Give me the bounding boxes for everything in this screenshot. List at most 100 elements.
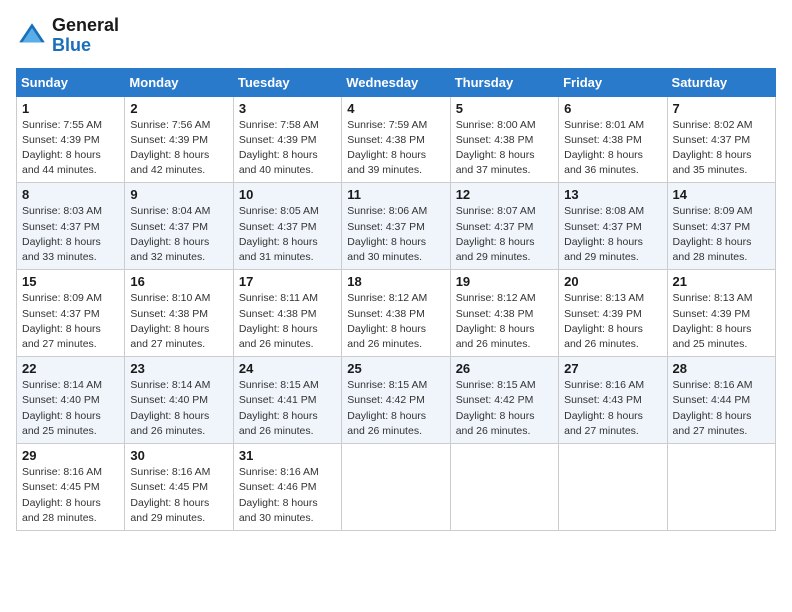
day-number: 10 (239, 187, 336, 202)
week-row: 22 Sunrise: 8:14 AMSunset: 4:40 PMDayligh… (17, 357, 776, 444)
day-info: Sunrise: 7:56 AMSunset: 4:39 PMDaylight:… (130, 119, 210, 177)
day-number: 26 (456, 361, 553, 376)
day-number: 16 (130, 274, 227, 289)
dow-header: Friday (559, 68, 667, 96)
day-number: 8 (22, 187, 119, 202)
day-of-week-row: SundayMondayTuesdayWednesdayThursdayFrid… (17, 68, 776, 96)
calendar-cell: 10 Sunrise: 8:05 AMSunset: 4:37 PMDayligh… (233, 183, 341, 270)
day-number: 31 (239, 448, 336, 463)
day-number: 20 (564, 274, 661, 289)
dow-header: Monday (125, 68, 233, 96)
day-number: 22 (22, 361, 119, 376)
day-info: Sunrise: 8:12 AMSunset: 4:38 PMDaylight:… (456, 292, 536, 350)
day-info: Sunrise: 8:10 AMSunset: 4:38 PMDaylight:… (130, 292, 210, 350)
calendar-cell: 16 Sunrise: 8:10 AMSunset: 4:38 PMDayligh… (125, 270, 233, 357)
logo-text: General Blue (52, 16, 119, 56)
day-info: Sunrise: 8:15 AMSunset: 4:42 PMDaylight:… (347, 379, 427, 437)
calendar-cell: 13 Sunrise: 8:08 AMSunset: 4:37 PMDayligh… (559, 183, 667, 270)
day-number: 23 (130, 361, 227, 376)
logo-icon (16, 20, 48, 52)
day-number: 3 (239, 101, 336, 116)
day-number: 19 (456, 274, 553, 289)
calendar-cell: 31 Sunrise: 8:16 AMSunset: 4:46 PMDayligh… (233, 444, 341, 531)
calendar-cell (559, 444, 667, 531)
day-info: Sunrise: 8:12 AMSunset: 4:38 PMDaylight:… (347, 292, 427, 350)
logo: General Blue (16, 16, 119, 56)
day-number: 30 (130, 448, 227, 463)
day-info: Sunrise: 8:09 AMSunset: 4:37 PMDaylight:… (22, 292, 102, 350)
calendar-cell: 22 Sunrise: 8:14 AMSunset: 4:40 PMDayligh… (17, 357, 125, 444)
calendar-cell: 29 Sunrise: 8:16 AMSunset: 4:45 PMDayligh… (17, 444, 125, 531)
day-number: 17 (239, 274, 336, 289)
day-info: Sunrise: 8:07 AMSunset: 4:37 PMDaylight:… (456, 205, 536, 263)
dow-header: Thursday (450, 68, 558, 96)
day-number: 2 (130, 101, 227, 116)
day-info: Sunrise: 8:14 AMSunset: 4:40 PMDaylight:… (22, 379, 102, 437)
day-number: 29 (22, 448, 119, 463)
week-row: 8 Sunrise: 8:03 AMSunset: 4:37 PMDaylight… (17, 183, 776, 270)
dow-header: Saturday (667, 68, 775, 96)
calendar-cell: 30 Sunrise: 8:16 AMSunset: 4:45 PMDayligh… (125, 444, 233, 531)
calendar-cell: 11 Sunrise: 8:06 AMSunset: 4:37 PMDayligh… (342, 183, 450, 270)
day-info: Sunrise: 8:08 AMSunset: 4:37 PMDaylight:… (564, 205, 644, 263)
day-info: Sunrise: 8:06 AMSunset: 4:37 PMDaylight:… (347, 205, 427, 263)
calendar-cell: 24 Sunrise: 8:15 AMSunset: 4:41 PMDayligh… (233, 357, 341, 444)
day-info: Sunrise: 8:16 AMSunset: 4:46 PMDaylight:… (239, 466, 319, 524)
day-info: Sunrise: 8:04 AMSunset: 4:37 PMDaylight:… (130, 205, 210, 263)
calendar-cell: 15 Sunrise: 8:09 AMSunset: 4:37 PMDayligh… (17, 270, 125, 357)
calendar-cell: 9 Sunrise: 8:04 AMSunset: 4:37 PMDaylight… (125, 183, 233, 270)
day-number: 15 (22, 274, 119, 289)
calendar-body: 1 Sunrise: 7:55 AMSunset: 4:39 PMDaylight… (17, 96, 776, 530)
day-number: 24 (239, 361, 336, 376)
day-info: Sunrise: 8:13 AMSunset: 4:39 PMDaylight:… (564, 292, 644, 350)
day-info: Sunrise: 8:14 AMSunset: 4:40 PMDaylight:… (130, 379, 210, 437)
calendar-cell: 19 Sunrise: 8:12 AMSunset: 4:38 PMDayligh… (450, 270, 558, 357)
calendar-cell: 18 Sunrise: 8:12 AMSunset: 4:38 PMDayligh… (342, 270, 450, 357)
day-number: 27 (564, 361, 661, 376)
day-info: Sunrise: 8:01 AMSunset: 4:38 PMDaylight:… (564, 119, 644, 177)
dow-header: Tuesday (233, 68, 341, 96)
dow-header: Wednesday (342, 68, 450, 96)
day-number: 18 (347, 274, 444, 289)
calendar-cell (342, 444, 450, 531)
calendar-cell: 3 Sunrise: 7:58 AMSunset: 4:39 PMDaylight… (233, 96, 341, 183)
day-info: Sunrise: 8:05 AMSunset: 4:37 PMDaylight:… (239, 205, 319, 263)
day-info: Sunrise: 8:16 AMSunset: 4:45 PMDaylight:… (130, 466, 210, 524)
calendar-cell: 1 Sunrise: 7:55 AMSunset: 4:39 PMDaylight… (17, 96, 125, 183)
calendar-cell: 8 Sunrise: 8:03 AMSunset: 4:37 PMDaylight… (17, 183, 125, 270)
day-info: Sunrise: 8:16 AMSunset: 4:45 PMDaylight:… (22, 466, 102, 524)
day-info: Sunrise: 7:58 AMSunset: 4:39 PMDaylight:… (239, 119, 319, 177)
day-number: 13 (564, 187, 661, 202)
dow-header: Sunday (17, 68, 125, 96)
calendar-cell: 21 Sunrise: 8:13 AMSunset: 4:39 PMDayligh… (667, 270, 775, 357)
day-info: Sunrise: 8:16 AMSunset: 4:43 PMDaylight:… (564, 379, 644, 437)
calendar-cell: 28Sunrise: 8:16 AMSunset: 4:44 PMDayligh… (667, 357, 775, 444)
calendar-cell: 4Sunrise: 7:59 AMSunset: 4:38 PMDaylight… (342, 96, 450, 183)
day-info: Sunrise: 8:16 AMSunset: 4:44 PMDaylight:… (673, 379, 753, 437)
calendar-cell (450, 444, 558, 531)
day-number: 25 (347, 361, 444, 376)
week-row: 1 Sunrise: 7:55 AMSunset: 4:39 PMDaylight… (17, 96, 776, 183)
calendar-cell: 12Sunrise: 8:07 AMSunset: 4:37 PMDayligh… (450, 183, 558, 270)
calendar-cell: 6Sunrise: 8:01 AMSunset: 4:38 PMDaylight… (559, 96, 667, 183)
calendar-cell: 5Sunrise: 8:00 AMSunset: 4:38 PMDaylight… (450, 96, 558, 183)
day-info: Sunrise: 8:15 AMSunset: 4:41 PMDaylight:… (239, 379, 319, 437)
day-info: Sunrise: 8:03 AMSunset: 4:37 PMDaylight:… (22, 205, 102, 263)
day-number: 1 (22, 101, 119, 116)
day-info: Sunrise: 7:55 AMSunset: 4:39 PMDaylight:… (22, 119, 102, 177)
day-number: 11 (347, 187, 444, 202)
calendar-cell: 20 Sunrise: 8:13 AMSunset: 4:39 PMDayligh… (559, 270, 667, 357)
day-info: Sunrise: 8:13 AMSunset: 4:39 PMDaylight:… (673, 292, 753, 350)
calendar-cell: 27 Sunrise: 8:16 AMSunset: 4:43 PMDayligh… (559, 357, 667, 444)
day-number: 7 (673, 101, 770, 116)
day-number: 21 (673, 274, 770, 289)
calendar-cell: 2 Sunrise: 7:56 AMSunset: 4:39 PMDaylight… (125, 96, 233, 183)
day-number: 4 (347, 101, 444, 116)
calendar-cell: 17Sunrise: 8:11 AMSunset: 4:38 PMDayligh… (233, 270, 341, 357)
day-number: 5 (456, 101, 553, 116)
day-number: 9 (130, 187, 227, 202)
calendar-cell: 14Sunrise: 8:09 AMSunset: 4:37 PMDayligh… (667, 183, 775, 270)
day-number: 14 (673, 187, 770, 202)
calendar-cell: 23 Sunrise: 8:14 AMSunset: 4:40 PMDayligh… (125, 357, 233, 444)
day-info: Sunrise: 8:02 AMSunset: 4:37 PMDaylight:… (673, 119, 753, 177)
